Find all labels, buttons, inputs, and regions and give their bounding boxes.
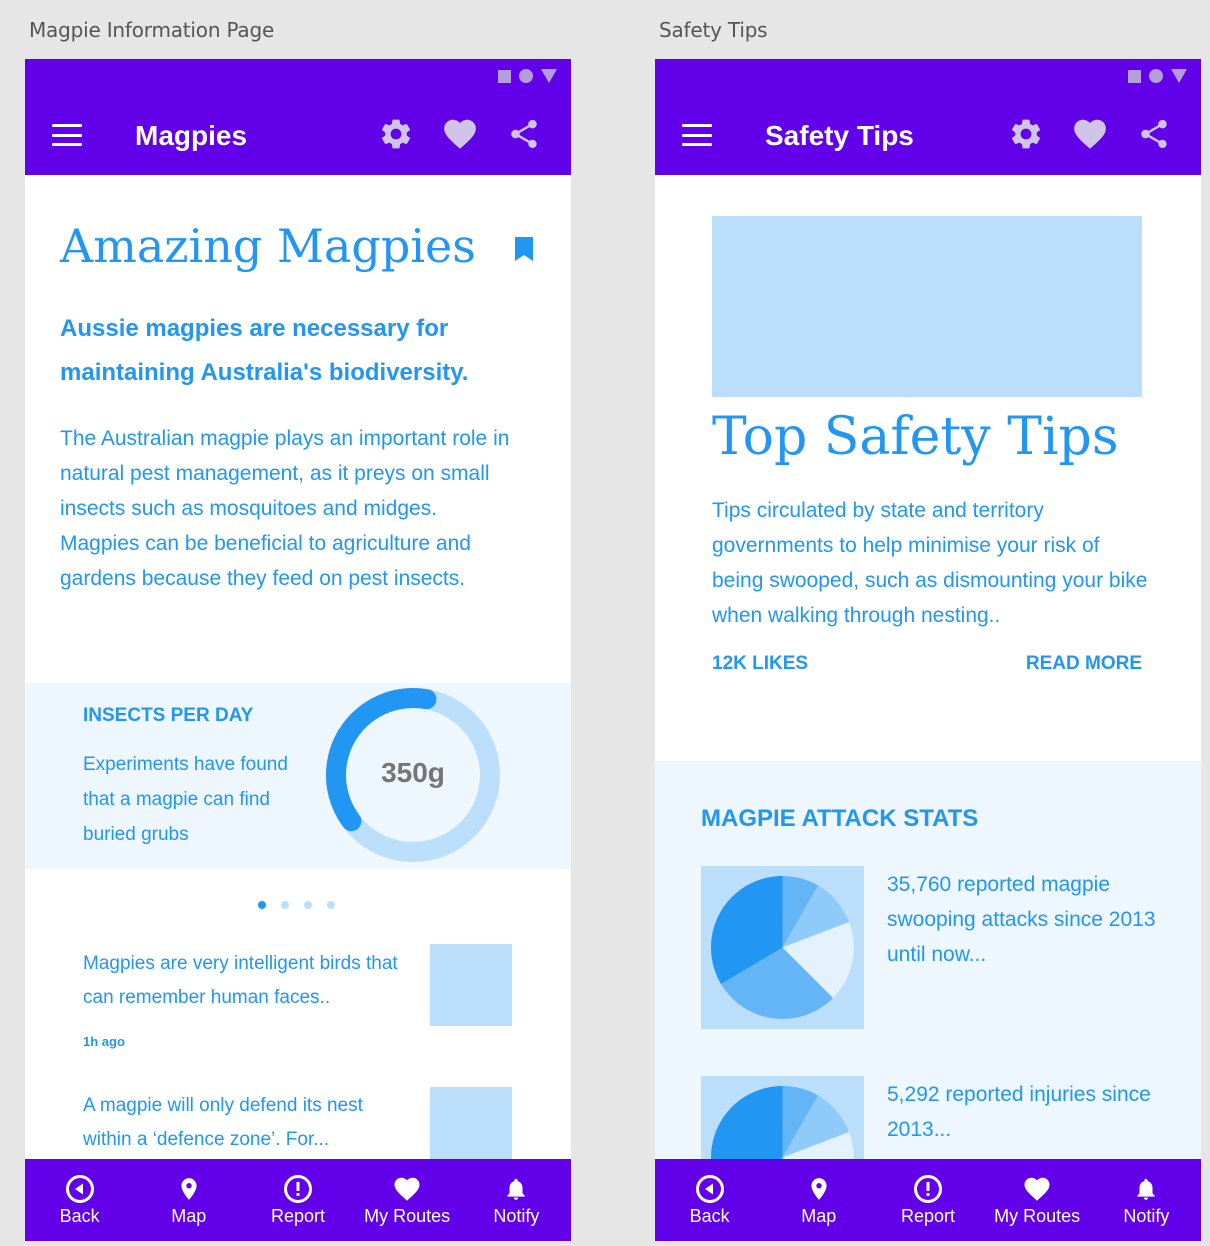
page-headline: Amazing Magpies [60, 219, 476, 273]
menu-icon[interactable] [682, 124, 712, 146]
circle-icon [519, 69, 533, 83]
hero-image-placeholder [712, 216, 1142, 397]
stat-text: 35,760 reported magpie swooping attacks … [887, 873, 1156, 966]
back-circle-icon [695, 1174, 725, 1204]
square-icon [498, 69, 511, 83]
circle-icon [1149, 69, 1163, 83]
menu-icon[interactable] [52, 124, 82, 146]
bookmark-icon[interactable] [515, 237, 533, 266]
likes-button[interactable]: 12K LIKES [712, 653, 808, 675]
share-icon[interactable] [505, 115, 543, 153]
body-text: The Australian magpie plays an important… [60, 427, 510, 590]
stats-title: MAGPIE ATTACK STATS [701, 805, 979, 832]
carousel-dot[interactable] [281, 901, 289, 909]
appbar-title: Magpies [135, 120, 248, 151]
news-item-text[interactable]: A magpie will only defend its nest withi… [83, 1089, 413, 1157]
news-item-text[interactable]: Magpies are very intelligent birds that … [83, 947, 413, 1015]
phone-safety-tips: Safety Tips Top Safety Tips Tips circula… [655, 59, 1201, 1241]
page-headline: Top Safety Tips [712, 407, 1119, 467]
nav-label: Report [270, 1205, 325, 1226]
pie-chart-thumbnail[interactable] [701, 866, 864, 1029]
map-pin-icon [804, 1174, 834, 1204]
status-bar [655, 59, 1201, 95]
nav-notify[interactable]: Notify [1096, 1174, 1196, 1227]
donut-value: 350g [381, 757, 445, 788]
subheadline: Aussie magpies are necessary for maintai… [60, 315, 469, 386]
nav-label: Report [900, 1205, 955, 1226]
alert-circle-icon [283, 1174, 313, 1204]
map-pin-icon [174, 1174, 204, 1204]
heart-icon[interactable] [1071, 115, 1109, 153]
alert-circle-icon [913, 1174, 943, 1204]
news-thumbnail[interactable] [430, 1087, 512, 1169]
carousel-dot[interactable] [258, 901, 266, 909]
nav-notify[interactable]: Notify [466, 1174, 566, 1227]
gear-icon[interactable] [1007, 115, 1045, 153]
heart-icon[interactable] [441, 115, 479, 153]
heart-icon [1022, 1174, 1052, 1204]
insects-text: Experiments have found that a magpie can… [83, 754, 288, 845]
artboard-label-safety-tips: Safety Tips [659, 18, 768, 42]
phone-magpie-info: Magpies Amazing Magpies Aussie magpies a… [25, 59, 571, 1241]
nav-my-routes[interactable]: My Routes [357, 1174, 457, 1227]
nav-back[interactable]: Back [660, 1174, 760, 1227]
nav-map[interactable]: Map [139, 1174, 239, 1227]
nav-label: Back [59, 1205, 100, 1226]
nav-label: Notify [1123, 1205, 1170, 1226]
carousel-dots[interactable] [258, 901, 335, 909]
square-icon [1128, 69, 1141, 83]
stat-text: 5,292 reported injuries since 2013... [887, 1083, 1151, 1141]
insects-title: INSECTS PER DAY [83, 705, 254, 726]
share-icon[interactable] [1135, 115, 1173, 153]
heart-icon [392, 1174, 422, 1204]
status-bar [25, 59, 571, 95]
app-bar: Magpies [25, 95, 571, 175]
carousel-dot[interactable] [327, 901, 335, 909]
bell-icon [1131, 1174, 1161, 1204]
bottom-navigation: Back Map Report My Routes Notify [655, 1159, 1201, 1241]
app-bar: Safety Tips [655, 95, 1201, 175]
nav-label: Notify [493, 1205, 540, 1226]
read-more-button[interactable]: READ MORE [1026, 653, 1142, 675]
triangle-icon [1171, 69, 1187, 83]
news-timestamp: 1h ago [83, 1034, 125, 1049]
nav-label: My Routes [364, 1205, 451, 1226]
nav-label: Map [171, 1205, 207, 1226]
nav-back[interactable]: Back [30, 1174, 130, 1227]
nav-label: My Routes [994, 1205, 1081, 1226]
insects-per-day-card[interactable]: INSECTS PER DAY Experiments have found t… [25, 683, 571, 869]
body-text: Tips circulated by state and territory g… [712, 499, 1148, 627]
nav-my-routes[interactable]: My Routes [987, 1174, 1087, 1227]
news-thumbnail[interactable] [430, 944, 512, 1026]
carousel-dot[interactable] [304, 901, 312, 909]
triangle-icon [541, 69, 557, 83]
bell-icon [501, 1174, 531, 1204]
appbar-title: Safety Tips [765, 120, 914, 151]
nav-label: Map [801, 1205, 837, 1226]
artboard-label-magpie-info: Magpie Information Page [29, 18, 275, 42]
gear-icon[interactable] [377, 115, 415, 153]
nav-report[interactable]: Report [878, 1174, 978, 1227]
nav-map[interactable]: Map [769, 1174, 869, 1227]
bottom-navigation: Back Map Report My Routes Notify [25, 1159, 571, 1241]
back-circle-icon [65, 1174, 95, 1204]
nav-report[interactable]: Report [248, 1174, 348, 1227]
nav-label: Back [689, 1205, 730, 1226]
